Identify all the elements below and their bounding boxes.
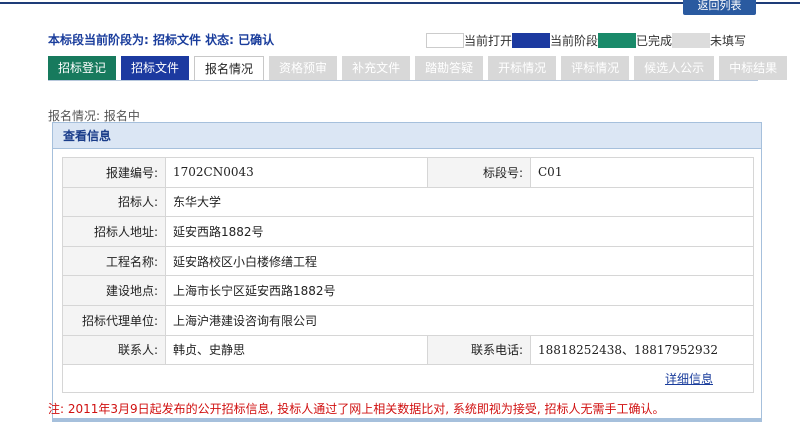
legend-swatch-done (598, 32, 637, 48)
table-row: 招标人: 东华大学 (62, 186, 754, 218)
legend-label-done: 已完成 (636, 33, 673, 48)
table-row: 工程名称: 延安路校区小白楼修缮工程 (62, 245, 754, 277)
detail-info-link[interactable]: 详细信息 (665, 372, 713, 386)
top-bar (0, 0, 800, 4)
table-row: 报建编号: 1702CN0043 标段号: C01 (62, 157, 754, 188)
legend-label-current: 当前阶段 (550, 33, 599, 48)
table-row: 详细信息 (62, 364, 754, 394)
panel-title: 查看信息 (53, 123, 761, 149)
status-legend: 当前打开 当前阶段 已完成 未填写 (426, 32, 746, 48)
tab-tender-registration[interactable]: 招标登记 (48, 56, 117, 80)
tab-candidate-publicity[interactable]: 候选人公示 (634, 56, 715, 80)
site-label: 建设地点: (62, 275, 166, 306)
legend-swatch-unfilled (672, 32, 711, 48)
agency-label: 招标代理单位: (62, 304, 166, 336)
table-row: 招标代理单位: 上海沪港建设咨询有限公司 (62, 304, 754, 336)
project-name-label: 工程名称: (62, 245, 166, 277)
project-name-value: 延安路校区小白楼修缮工程 (165, 245, 754, 277)
tab-bid-opening[interactable]: 开标情况 (488, 56, 557, 80)
site-value: 上海市长宁区延安西路1882号 (165, 275, 754, 306)
tab-award-result[interactable]: 中标结果 (719, 56, 788, 80)
section-no-value: C01 (530, 157, 754, 188)
legend-label-open: 当前打开 (464, 33, 513, 48)
tenderer-address-value: 延安西路1882号 (165, 216, 754, 247)
panel-bottom-border (52, 418, 762, 422)
agency-value: 上海沪港建设咨询有限公司 (165, 304, 754, 336)
tab-prequalification[interactable]: 资格预审 (269, 56, 338, 80)
contact-label: 联系人: (62, 334, 166, 366)
legend-swatch-open (426, 32, 464, 48)
contact-value: 韩贞、史静思 (165, 334, 428, 366)
tab-site-visit-qa[interactable]: 踏勘答疑 (415, 56, 484, 80)
section-no-label: 标段号: (427, 157, 531, 188)
tab-bid-evaluation[interactable]: 评标情况 (561, 56, 630, 80)
phone-label: 联系电话: (427, 334, 531, 366)
back-to-list-button[interactable]: 返回列表 (683, 0, 756, 15)
tab-supplementary-documents[interactable]: 补充文件 (342, 56, 411, 80)
tenderer-value: 东华大学 (165, 186, 754, 218)
project-info-table: 报建编号: 1702CN0043 标段号: C01 招标人: 东华大学 招标人地… (62, 157, 754, 394)
stage-tabs: 招标登记 招标文件 报名情况 资格预审 补充文件 踏勘答疑 开标情况 评标情况 … (48, 56, 792, 80)
tab-divider (48, 80, 758, 81)
legend-label-unfilled: 未填写 (710, 33, 747, 48)
table-row: 联系人: 韩贞、史静思 联系电话: 18818252438、1881795293… (62, 334, 754, 366)
legend-swatch-current (512, 32, 551, 48)
project-no-value: 1702CN0043 (165, 157, 428, 188)
phone-value: 18818252438、18817952932 (530, 334, 754, 366)
detail-cell: 详细信息 (62, 364, 754, 394)
project-no-label: 报建编号: (62, 157, 166, 188)
tenderer-address-label: 招标人地址: (62, 216, 166, 247)
tenderer-label: 招标人: (62, 186, 166, 218)
table-row: 建设地点: 上海市长宁区延安西路1882号 (62, 275, 754, 306)
confirmation-note: 注: 2011年3月9日起发布的公开招标信息, 投标人通过了网上相关数据比对, … (48, 402, 665, 416)
table-row: 招标人地址: 延安西路1882号 (62, 216, 754, 247)
current-stage-text: 本标段当前阶段为: 招标文件 状态: 已确认 (48, 33, 275, 47)
tab-tender-documents[interactable]: 招标文件 (121, 56, 190, 80)
tab-registration-status[interactable]: 报名情况 (194, 56, 265, 80)
